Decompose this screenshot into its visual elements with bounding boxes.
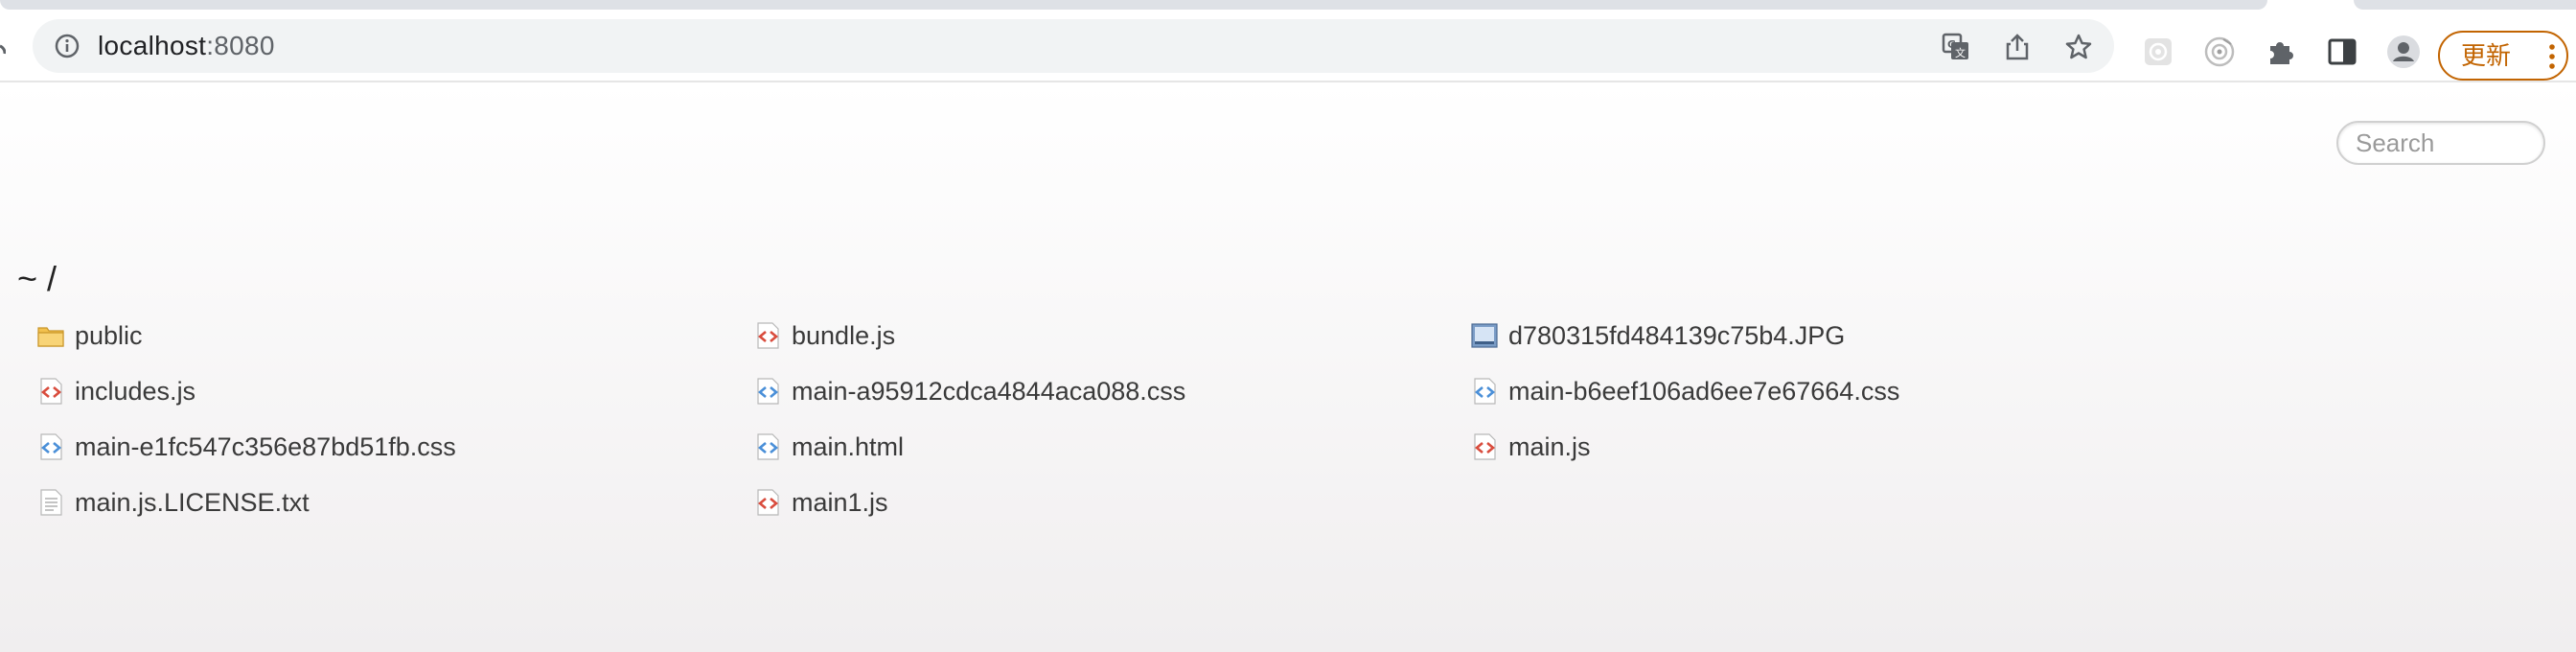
file-item-main-b-css[interactable]: main-b6eef106ad6ee7e67664.css [1470, 372, 1899, 410]
js-file-icon [1470, 432, 1499, 461]
file-name: main.js [1508, 431, 1591, 461]
address-bar[interactable]: localhost:8080 G 文 [33, 19, 2114, 73]
breadcrumb-home-link[interactable]: ~ [17, 259, 37, 298]
folder-icon [36, 321, 65, 350]
reload-icon-partial[interactable] [0, 38, 6, 69]
js-file-icon [753, 488, 782, 517]
file-item-includes-js[interactable]: includes.js [36, 372, 196, 410]
profile-icon[interactable] [2386, 35, 2421, 69]
html-file-icon [753, 432, 782, 461]
browser-toolbar: localhost:8080 G 文 更新 [0, 12, 2576, 82]
file-name: public [75, 320, 143, 350]
extension-disabled-icon[interactable] [2141, 35, 2175, 69]
info-icon[interactable] [54, 33, 80, 59]
more-vert-icon[interactable] [2549, 44, 2555, 69]
share-icon[interactable] [2003, 33, 2032, 61]
js-file-icon [753, 321, 782, 350]
translate-icon[interactable]: G 文 [1942, 33, 1970, 61]
search-input[interactable] [2336, 121, 2545, 165]
file-name: main.html [792, 431, 905, 461]
file-name: main-b6eef106ad6ee7e67664.css [1508, 376, 1900, 406]
breadcrumb: ~ / [17, 259, 57, 299]
file-item-main-html[interactable]: main.html [753, 428, 904, 466]
css-file-icon [1470, 377, 1499, 406]
file-name: main.js.LICENSE.txt [75, 487, 310, 517]
extension-circle-icon[interactable] [2202, 35, 2237, 69]
file-item-bundle-js[interactable]: bundle.js [753, 316, 895, 355]
css-file-icon [753, 377, 782, 406]
text-file-icon [36, 488, 65, 517]
file-item-main-js[interactable]: main.js [1470, 428, 1591, 466]
url-text[interactable]: localhost:8080 [98, 19, 275, 73]
url-host: localhost [98, 31, 207, 60]
file-name: main-a95912cdca4844aca088.css [792, 376, 1186, 406]
file-item-main1-js[interactable]: main1.js [753, 483, 888, 522]
file-item-main-e-css[interactable]: main-e1fc547c356e87bd51fb.css [36, 428, 456, 466]
side-panel-icon[interactable] [2325, 35, 2359, 69]
active-tab-edge [0, 0, 2267, 10]
file-item-jpg-image[interactable]: d780315fd484139c75b4.JPG [1470, 316, 1845, 355]
url-port: :8080 [206, 31, 275, 60]
file-name: bundle.js [792, 320, 896, 350]
css-file-icon [36, 432, 65, 461]
file-name: main-e1fc547c356e87bd51fb.css [75, 431, 456, 461]
image-file-icon [1470, 321, 1499, 350]
svg-text:文: 文 [1955, 46, 1966, 59]
js-file-icon [36, 377, 65, 406]
star-icon[interactable] [2064, 33, 2093, 61]
directory-listing-page: ~/ public bundle.js [0, 82, 2576, 652]
update-button[interactable]: 更新 [2438, 31, 2568, 81]
puzzle-icon[interactable] [2264, 35, 2298, 69]
file-name: includes.js [75, 376, 196, 406]
file-name: d780315fd484139c75b4.JPG [1508, 320, 1846, 350]
file-item-public[interactable]: public [36, 316, 143, 355]
inactive-tab-edge [2354, 0, 2576, 10]
file-item-license-txt[interactable]: main.js.LICENSE.txt [36, 483, 310, 522]
file-item-main-a-css[interactable]: main-a95912cdca4844aca088.css [753, 372, 1185, 410]
file-name: main1.js [792, 487, 888, 517]
breadcrumb-separator: / [47, 259, 58, 299]
tab-strip [0, 0, 2576, 12]
update-button-label: 更新 [2461, 41, 2512, 70]
